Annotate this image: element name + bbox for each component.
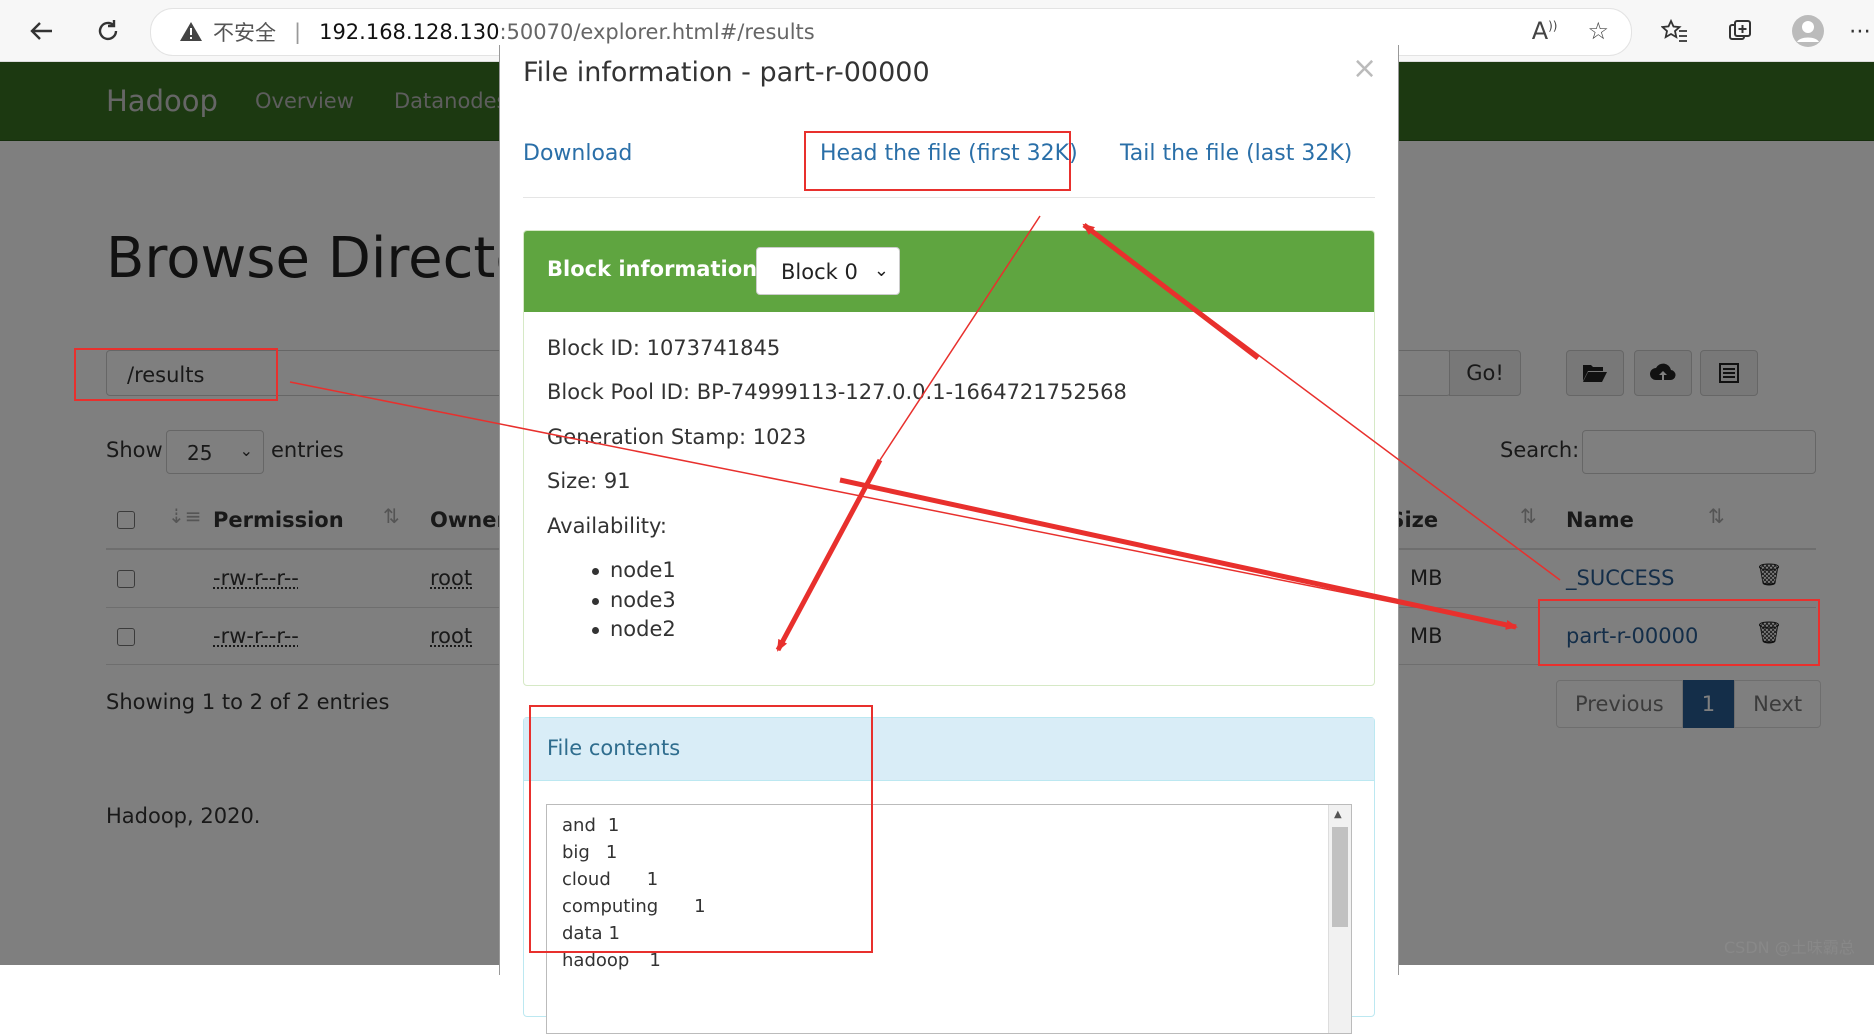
scroll-thumb[interactable] (1332, 827, 1348, 927)
content-line: hadoop 1 (562, 950, 661, 971)
annotation-box-part-file (1538, 599, 1820, 666)
node-name: node2 (610, 617, 676, 641)
block-select-value: Block 0 (781, 260, 858, 284)
content-word: hadoop (562, 950, 630, 971)
block-info-header: Block information -- Block 0 ⌄ (524, 231, 1374, 312)
block-select[interactable]: Block 0 ⌄ (756, 247, 900, 295)
modal-title: File information - part-r-00000 (523, 57, 930, 88)
favorites-icon[interactable] (1655, 12, 1695, 50)
watermark: CSDN @土味霸总 (1724, 938, 1855, 957)
read-aloud-icon[interactable]: A)) (1532, 17, 1558, 45)
annotation-box-head-link (804, 131, 1071, 191)
node-name: node1 (610, 558, 676, 582)
generation-stamp: Generation Stamp: 1023 (547, 425, 807, 449)
node-name: node3 (610, 588, 676, 612)
address-separator: | (294, 20, 302, 44)
url-host: 192.168.128.130 (319, 20, 500, 44)
warning-icon (179, 20, 203, 44)
node-item: node2 (592, 617, 676, 641)
block-info-panel: Block information -- Block 0 ⌄ Block ID:… (523, 230, 1375, 686)
close-icon[interactable]: × (1352, 51, 1377, 86)
modal-divider (523, 197, 1375, 198)
address-bar-actions: A)) ☆ (1532, 17, 1609, 45)
content-count: 1 (649, 950, 661, 971)
bullet-icon (592, 627, 599, 634)
chevron-down-icon: ⌄ (873, 260, 889, 281)
block-id: Block ID: 1073741845 (547, 336, 781, 360)
block-pool-id: Block Pool ID: BP-74999113-127.0.0.1-166… (547, 380, 1127, 404)
block-size: Size: 91 (547, 469, 631, 493)
reload-icon[interactable] (88, 12, 128, 50)
download-link[interactable]: Download (523, 141, 632, 166)
availability-label: Availability: (547, 514, 668, 538)
bullet-icon (592, 568, 599, 575)
profile-avatar-icon[interactable] (1788, 12, 1828, 50)
node-item: node1 (592, 558, 676, 582)
textarea-scrollbar[interactable]: ▲ (1328, 805, 1351, 1033)
back-icon[interactable] (22, 12, 62, 50)
annotation-box-file-contents (529, 705, 873, 953)
more-menu-icon[interactable]: ⋯ (1840, 12, 1874, 50)
collections-icon[interactable] (1720, 12, 1760, 50)
bullet-icon (592, 598, 599, 605)
scroll-up-icon[interactable]: ▲ (1334, 809, 1342, 820)
annotation-box-path (74, 348, 278, 401)
url-path: :50070/explorer.html#/results (499, 20, 815, 44)
block-info-heading: Block information -- (547, 257, 782, 281)
tail-file-link[interactable]: Tail the file (last 32K) (1120, 141, 1352, 166)
node-item: node3 (592, 588, 676, 612)
insecure-label: 不安全 (213, 21, 276, 45)
add-favorite-icon[interactable]: ☆ (1587, 17, 1609, 45)
